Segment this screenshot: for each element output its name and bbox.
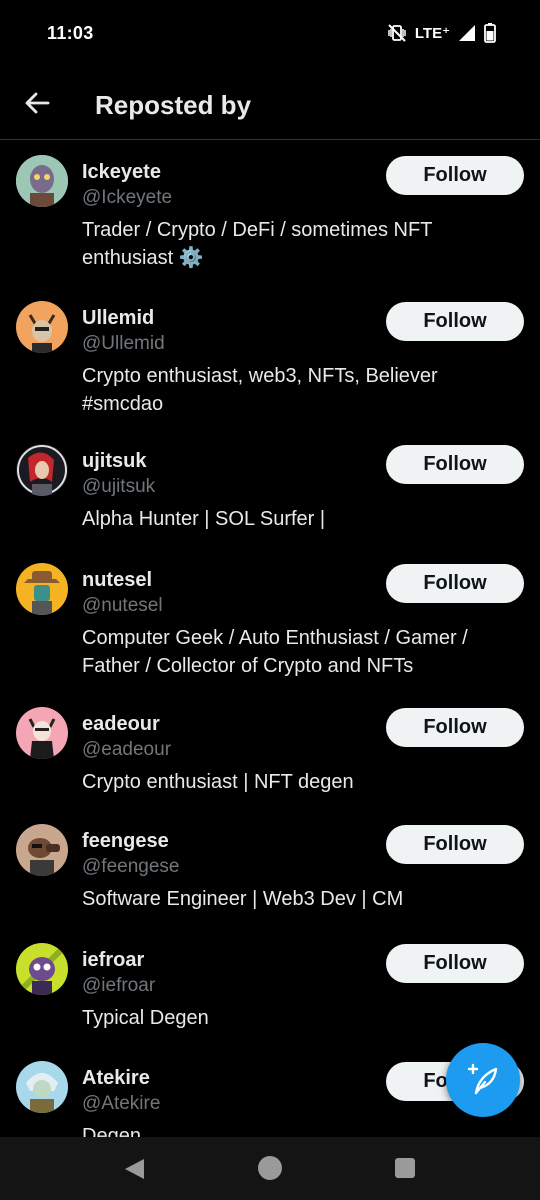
nav-back-icon[interactable] [122,1157,146,1181]
user-row-ickeyete[interactable]: Ickeyete @Ickeyete Trader / Crypto / DeF… [0,140,540,288]
user-list: Ickeyete @Ickeyete Trader / Crypto / DeF… [0,140,540,1137]
status-icons: LTE⁺ [387,22,496,44]
user-handle: @ujitsuk [82,476,156,497]
compose-feather-plus-icon [467,1063,498,1095]
user-name[interactable]: Ullemid [82,307,154,330]
follow-button[interactable]: Follow [386,445,524,484]
user-handle: @nutesel [82,595,163,616]
avatar[interactable] [16,1061,68,1113]
signal-icon [459,25,475,41]
user-name[interactable]: ujitsuk [82,450,146,473]
follow-button[interactable]: Follow [386,302,524,341]
user-handle: @iefroar [82,975,156,996]
user-bio: Degen [82,1125,141,1137]
user-row-ujitsuk[interactable]: ujitsuk @ujitsuk Alpha Hunter | SOL Surf… [0,429,540,547]
user-bio: Crypto enthusiast | NFT degen [82,771,354,793]
user-handle: @eadeour [82,739,172,760]
network-type: LTE⁺ [414,25,450,42]
user-bio: Alpha Hunter | SOL Surfer | [82,508,326,530]
user-bio: Typical Degen [82,1007,209,1029]
back-button[interactable] [20,86,54,120]
avatar[interactable] [16,563,68,615]
user-name[interactable]: feengese [82,830,169,853]
follow-button[interactable]: Follow [386,156,524,195]
avatar[interactable] [16,444,68,496]
user-row-iefroar[interactable]: iefroar @iefroar Typical Degen Follow [0,928,540,1046]
avatar[interactable] [16,943,68,995]
user-row-nutesel[interactable]: nutesel @nutesel Computer Geek / Auto En… [0,548,540,693]
user-bio: Trader / Crypto / DeFi / sometimes NFT e… [82,219,433,269]
arrow-left-icon [25,92,50,114]
nav-recents-icon[interactable] [395,1158,415,1178]
avatar[interactable] [16,707,68,759]
avatar[interactable] [16,301,68,353]
user-bio: Crypto enthusiast, web3, NFTs, Believer … [82,365,438,415]
follow-button[interactable]: Follow [386,564,524,603]
user-bio: Software Engineer | Web3 Dev | CM [82,888,404,910]
user-name[interactable]: Ickeyete [82,161,161,184]
user-name[interactable]: iefroar [82,949,144,972]
status-bar: 11:03 LTE⁺ [0,0,540,66]
user-name[interactable]: eadeour [82,713,160,736]
header: Reposted by [0,66,540,140]
battery-icon [484,23,496,43]
user-handle: @Atekire [82,1093,161,1114]
user-row-feengese[interactable]: feengese @feengese Software Engineer | W… [0,809,540,927]
avatar[interactable] [16,155,68,207]
mute-vibrate-icon [388,24,406,42]
page-title: Reposted by [95,90,252,120]
user-name[interactable]: Atekire [82,1067,150,1090]
user-row-ullemid[interactable]: Ullemid @Ullemid Crypto enthusiast, web3… [0,286,540,426]
user-handle: @feengese [82,856,180,877]
user-handle: @Ullemid [82,333,165,354]
compose-button[interactable] [446,1043,520,1117]
system-nav-bar [0,1137,540,1200]
follow-button[interactable]: Follow [386,708,524,747]
status-time: 11:03 [47,23,94,43]
follow-button[interactable]: Follow [386,944,524,983]
user-handle: @Ickeyete [82,187,173,208]
user-row-eadeour[interactable]: eadeour @eadeour Crypto enthusiast | NFT… [0,692,540,810]
avatar[interactable] [16,824,68,876]
follow-button[interactable]: Follow [386,825,524,864]
user-bio: Computer Geek / Auto Enthusiast / Gamer … [82,627,468,677]
user-name[interactable]: nutesel [82,569,152,592]
nav-home-icon[interactable] [258,1156,282,1180]
